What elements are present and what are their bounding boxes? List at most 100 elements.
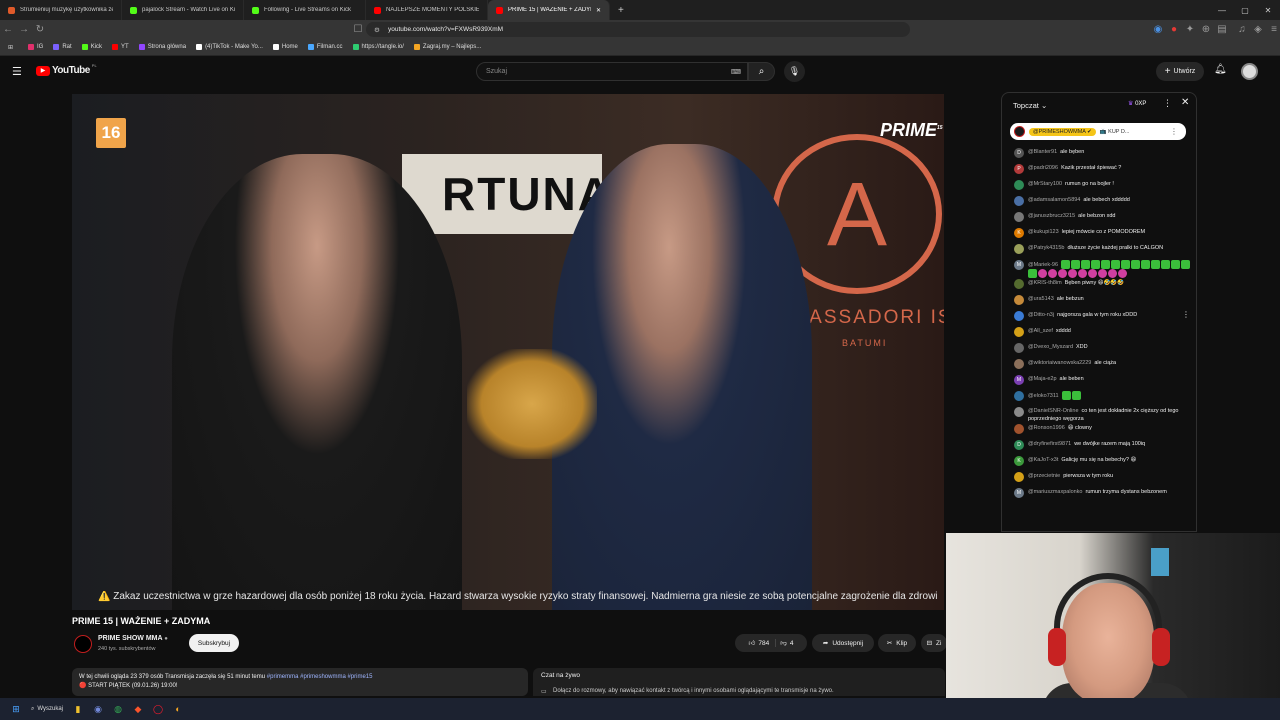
chat-message[interactable]: @MrStary100 rumun go na bojler ! (1002, 179, 1196, 195)
extensions-icon[interactable]: ✦ (1182, 22, 1198, 38)
chat-message[interactable]: @wiktoriaiwanowska2229 ale ciąża (1002, 358, 1196, 374)
chat-username[interactable]: @MrStary100 (1028, 181, 1062, 187)
windows-start-icon[interactable]: ⊞ (6, 699, 26, 719)
chat-username[interactable]: @eloko7311 (1028, 393, 1059, 399)
record-icon[interactable]: ● (1166, 22, 1182, 38)
forward-icon[interactable]: → (16, 22, 32, 38)
bookmark-item[interactable]: Filman.cc (307, 44, 343, 50)
keyboard-icon[interactable]: ⌨ (731, 68, 741, 76)
chat-avatar[interactable]: M (1014, 488, 1024, 498)
extension-icon[interactable]: ◉ (1150, 22, 1166, 38)
close-chat-icon[interactable]: ✕ (1181, 97, 1189, 108)
discord-icon[interactable]: ◉ (88, 699, 108, 719)
bookmark-item[interactable]: (4)TikTok - Make Yo... (196, 44, 263, 50)
chat-message[interactable]: @Ditto-n3j najgorsza gala w tym roku xDDD… (1002, 310, 1196, 326)
youtube-logo[interactable]: ▶ YouTube PL (36, 63, 97, 76)
chat-message[interactable]: D @dryfinefirst9871 we dwójke razem mają 1… (1002, 439, 1196, 455)
bookmark-icon[interactable]: ☐ (350, 22, 366, 38)
chat-message[interactable]: D @Blanter91 ale bęben (1002, 147, 1196, 163)
chat-username[interactable]: @KaJoT-x3t (1028, 457, 1058, 463)
browser-tab[interactable]: Strumieniuj muzykę użytkownika ze... (0, 0, 122, 20)
chat-username[interactable]: @DanielSNR-Online (1028, 408, 1079, 414)
dislike-button[interactable]: 👎︎ 4 (780, 639, 793, 648)
minimize-icon[interactable]: — (1210, 0, 1234, 20)
chat-username[interactable]: @januszbrucz3215 (1028, 213, 1075, 219)
chat-avatar[interactable] (1014, 295, 1024, 305)
share-button[interactable]: ➦ Udostępnij (812, 634, 874, 652)
chat-message[interactable]: @adamsalamon5894 ale bebech xddddd (1002, 195, 1196, 211)
notifications-icon[interactable]: 🔔︎ (1214, 64, 1227, 75)
chat-username[interactable]: @Dvexo_Myszard (1028, 344, 1073, 350)
chat-mode-dropdown[interactable]: Topczat ⌄ (1013, 101, 1047, 110)
chat-username[interactable]: @ura5143 (1028, 296, 1054, 302)
chat-avatar[interactable] (1014, 279, 1024, 289)
more-options-icon[interactable]: ⋮ (1163, 98, 1172, 109)
xp-badge[interactable]: ♛ 0XP (1128, 100, 1146, 107)
message-more-icon[interactable]: ⋮ (1182, 311, 1190, 319)
pinned-message[interactable]: @PRIMESHOWMMA ✔ 📺 KUP D... ⋮ (1010, 123, 1186, 140)
chat-username[interactable]: @Ronson1996 (1028, 425, 1065, 431)
chat-avatar[interactable] (1014, 343, 1024, 353)
browser-tab[interactable]: NAJLEPSZE MOMENTY POLSKIEGO ... (366, 0, 488, 20)
like-button[interactable]: 👍︎ 784 (749, 639, 777, 647)
chat-avatar[interactable] (1014, 244, 1024, 254)
chat-avatar[interactable]: K (1014, 456, 1024, 466)
chat-username[interactable]: @Mariek-96 (1028, 262, 1058, 268)
chat-avatar[interactable]: K (1014, 228, 1024, 238)
chat-message[interactable]: M @Mariek-96 (1002, 259, 1196, 278)
hashtags[interactable]: #primemma #primeshowmma #prime15 (267, 674, 373, 680)
chat-username[interactable]: @adamsalamon5894 (1028, 197, 1080, 203)
bookmark-item[interactable]: Home (272, 44, 298, 50)
chat-username[interactable]: @All_szef (1028, 328, 1053, 334)
channel-avatar[interactable] (74, 635, 92, 653)
chat-message[interactable]: @ura5143 ale bebzun (1002, 294, 1196, 310)
chat-avatar[interactable]: M (1014, 260, 1024, 270)
chat-username[interactable]: @Ditto-n3j (1028, 312, 1054, 318)
chat-message[interactable]: @All_szef xdddd (1002, 326, 1196, 342)
account-avatar[interactable] (1241, 63, 1258, 80)
chat-username[interactable]: @kukupi123 (1028, 229, 1059, 235)
music-icon[interactable]: ♫ (1234, 22, 1250, 38)
description-box[interactable]: W tej chwili ogląda 23 379 osób Transmis… (72, 668, 528, 696)
chat-avatar[interactable] (1014, 359, 1024, 369)
chat-avatar[interactable] (1014, 180, 1024, 190)
chat-username[interactable]: @Patryk4315b (1028, 245, 1064, 251)
chat-avatar[interactable] (1014, 212, 1024, 222)
chat-username[interactable]: @Maja-e2p (1028, 376, 1057, 382)
browser-tab[interactable]: pajalock Stream - Watch Live on Kick (122, 0, 244, 20)
chat-username[interactable]: @przecietnie (1028, 473, 1060, 479)
chat-username[interactable]: @wiktoriaiwanowska2229 (1028, 360, 1091, 366)
chat-avatar[interactable] (1014, 407, 1024, 417)
chat-message[interactable]: @eloko7311 (1002, 390, 1196, 406)
chat-message[interactable]: @przecietnie pierwsza w tym roku (1002, 471, 1196, 487)
chat-avatar[interactable]: D (1014, 148, 1024, 158)
reload-icon[interactable]: ↻ (32, 22, 48, 38)
opera-icon[interactable]: ◯ (148, 699, 168, 719)
chat-avatar[interactable]: M (1014, 375, 1024, 385)
chat-message[interactable]: M @mariuszmaxpalonko rumun trzyma dystans … (1002, 487, 1196, 503)
chat-avatar[interactable]: D (1014, 440, 1024, 450)
taskbar-search[interactable]: ⌕ Wyszukaj (26, 702, 68, 716)
chat-avatar[interactable] (1014, 424, 1024, 434)
bookmark-item[interactable]: Zagraj.my – Najleps... (413, 44, 481, 50)
chat-username[interactable]: @mariuszmaxpalonko (1028, 489, 1083, 495)
video-player[interactable]: RTUNA A AMBASSADORI ISLAN BATUMI 16 PRIM… (72, 94, 944, 610)
chat-message[interactable]: P @padri2096 Kazik przestał śpiewać ? (1002, 163, 1196, 179)
chat-avatar[interactable] (1014, 391, 1024, 401)
close-window-icon[interactable]: ✕ (1256, 0, 1280, 20)
chat-avatar[interactable] (1014, 472, 1024, 482)
back-icon[interactable]: ← (0, 22, 16, 38)
bookmark-item[interactable]: Kick (81, 44, 102, 50)
bookmark-item[interactable]: YT (112, 44, 129, 50)
chat-username[interactable]: @Blanter91 (1028, 149, 1057, 155)
chat-message[interactable]: @Dvexo_Myszard XDD (1002, 342, 1196, 358)
wallet-icon[interactable]: ◈ (1250, 22, 1266, 38)
chat-message[interactable]: @DanielSNR-Online co ten jest dokładnie 2… (1002, 406, 1196, 423)
bookmark-item[interactable]: IG (28, 44, 43, 50)
create-button[interactable]: + Utwórz (1156, 62, 1204, 81)
voice-search-button[interactable]: 🎙︎ (784, 61, 805, 82)
subscribe-button[interactable]: Subskrybuj (189, 634, 239, 652)
chat-message[interactable]: @KRIS-th8im Bęben piwny 😄🤣🤣🤣 (1002, 278, 1196, 294)
channel-name[interactable]: PRIME SHOW MMA ● (98, 635, 168, 642)
puzzle-icon[interactable]: ⊕ (1198, 22, 1214, 38)
